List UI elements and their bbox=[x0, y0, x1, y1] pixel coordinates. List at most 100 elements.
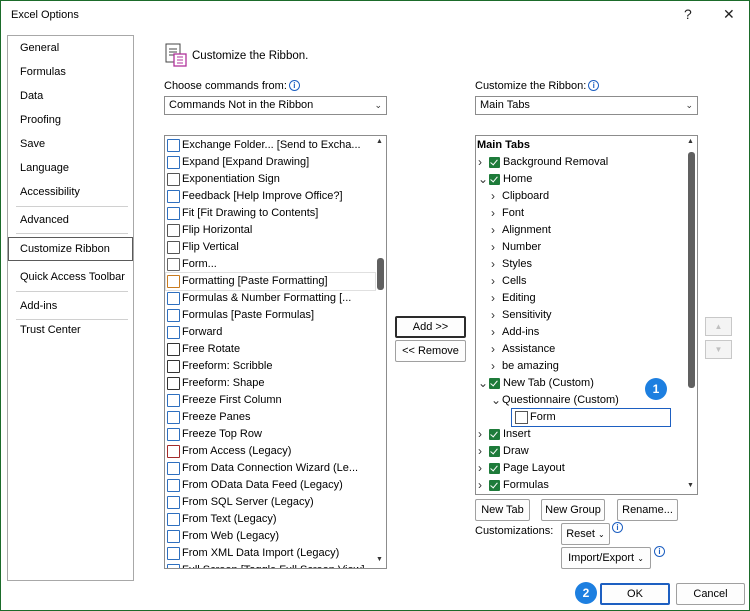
command-item[interactable]: From Data Connection Wizard (Le... bbox=[166, 460, 375, 477]
commands-list[interactable]: ▲ ▼ Exchange Folder... [Send to Excha...… bbox=[164, 135, 387, 569]
nav-item-trust-center[interactable]: Trust Center bbox=[20, 324, 81, 336]
nav-item-general[interactable]: General bbox=[20, 42, 59, 54]
expand-chevron-icon[interactable]: › bbox=[491, 358, 495, 375]
nav-item-formulas[interactable]: Formulas bbox=[20, 66, 66, 78]
ribbon-tree-item[interactable]: › Add-ins bbox=[476, 324, 685, 341]
command-item[interactable]: From SQL Server (Legacy) bbox=[166, 494, 375, 511]
ribbon-tree-item[interactable]: › Editing bbox=[476, 290, 685, 307]
command-item[interactable]: Freeze First Column bbox=[166, 392, 375, 409]
command-item[interactable]: Fit [Fit Drawing to Contents] bbox=[166, 205, 375, 222]
command-item[interactable]: From Access (Legacy) bbox=[166, 443, 375, 460]
tab-checkbox[interactable] bbox=[489, 378, 500, 389]
tab-checkbox[interactable] bbox=[489, 480, 500, 491]
move-up-button[interactable]: ▲ bbox=[705, 317, 732, 336]
tab-checkbox[interactable] bbox=[489, 446, 500, 457]
import-export-button[interactable]: Import/Export ⌄ bbox=[561, 547, 651, 569]
command-item[interactable]: Formatting [Paste Formatting] bbox=[165, 272, 376, 291]
add-button[interactable]: Add >> bbox=[395, 316, 466, 338]
help-button[interactable]: ? bbox=[684, 6, 692, 22]
expand-chevron-icon[interactable]: › bbox=[491, 239, 495, 256]
expand-chevron-icon[interactable]: › bbox=[491, 256, 495, 273]
info-icon[interactable]: i bbox=[612, 522, 623, 533]
command-item[interactable]: From Text (Legacy) bbox=[166, 511, 375, 528]
command-item[interactable]: From XML Data Import (Legacy) bbox=[166, 545, 375, 562]
expand-chevron-icon[interactable]: › bbox=[478, 154, 482, 171]
command-item[interactable]: From Web (Legacy) bbox=[166, 528, 375, 545]
expand-chevron-icon[interactable]: › bbox=[478, 443, 482, 460]
command-item[interactable]: Exponentiation Sign bbox=[166, 171, 375, 188]
scroll-up-arrow-icon[interactable]: ▲ bbox=[687, 138, 694, 145]
expand-chevron-icon[interactable]: › bbox=[491, 324, 495, 341]
expand-chevron-icon[interactable]: › bbox=[491, 273, 495, 290]
customize-ribbon-combo[interactable]: Main Tabs ⌄ bbox=[475, 96, 698, 115]
remove-button[interactable]: << Remove bbox=[395, 340, 466, 362]
tab-checkbox[interactable] bbox=[489, 463, 500, 474]
nav-item-accessibility[interactable]: Accessibility bbox=[20, 186, 80, 198]
command-item[interactable]: Freeform: Shape bbox=[166, 375, 375, 392]
nav-item-data[interactable]: Data bbox=[20, 90, 43, 102]
ribbon-tree-item[interactable]: Form bbox=[476, 408, 685, 427]
ok-button[interactable]: OK bbox=[600, 583, 670, 605]
expand-chevron-icon[interactable]: › bbox=[491, 205, 495, 222]
command-item[interactable]: Freeze Panes bbox=[166, 409, 375, 426]
command-item[interactable]: Exchange Folder... [Send to Excha... bbox=[166, 137, 375, 154]
info-icon[interactable]: i bbox=[654, 546, 665, 557]
ribbon-tree-item[interactable]: › be amazing bbox=[476, 358, 685, 375]
nav-item-customize-ribbon[interactable]: Customize Ribbon bbox=[20, 243, 110, 255]
scroll-thumb[interactable] bbox=[377, 258, 384, 290]
command-item[interactable]: Flip Vertical bbox=[166, 239, 375, 256]
ribbon-tree-item[interactable]: › Alignment bbox=[476, 222, 685, 239]
scroll-down-arrow-icon[interactable]: ▼ bbox=[687, 482, 694, 489]
ribbon-tree-item[interactable]: ⌄ Home bbox=[476, 171, 685, 188]
ribbon-tree-item[interactable]: › Clipboard bbox=[476, 188, 685, 205]
expand-chevron-icon[interactable]: › bbox=[478, 426, 482, 443]
nav-item-save[interactable]: Save bbox=[20, 138, 45, 150]
ribbon-tree-item[interactable]: › Draw bbox=[476, 443, 685, 460]
ribbon-tree[interactable]: Main Tabs ▲ ▼ › Background Removal ⌄ Home › C… bbox=[475, 135, 698, 495]
command-item[interactable]: Freeze Top Row bbox=[166, 426, 375, 443]
tab-checkbox[interactable] bbox=[489, 157, 500, 168]
ribbon-tree-item[interactable]: › Background Removal bbox=[476, 154, 685, 171]
expand-chevron-icon[interactable]: › bbox=[491, 222, 495, 239]
info-icon[interactable]: i bbox=[288, 80, 300, 91]
command-item[interactable]: Free Rotate bbox=[166, 341, 375, 358]
ribbon-tree-item[interactable]: › Cells bbox=[476, 273, 685, 290]
tab-checkbox[interactable] bbox=[489, 429, 500, 440]
expand-chevron-icon[interactable]: › bbox=[478, 477, 482, 494]
command-item[interactable]: Forward bbox=[166, 324, 375, 341]
ribbon-tree-item[interactable]: › Sensitivity bbox=[476, 307, 685, 324]
command-item[interactable]: Feedback [Help Improve Office?] bbox=[166, 188, 375, 205]
rename-button[interactable]: Rename... bbox=[617, 499, 678, 521]
collapse-chevron-icon[interactable]: ⌄ bbox=[478, 375, 488, 392]
ribbon-tree-item[interactable]: › Assistance bbox=[476, 341, 685, 358]
ribbon-tree-item[interactable]: › Insert bbox=[476, 426, 685, 443]
ribbon-tree-item[interactable]: › Number bbox=[476, 239, 685, 256]
command-item[interactable]: Formulas [Paste Formulas] bbox=[166, 307, 375, 324]
command-item[interactable]: Freeform: Scribble bbox=[166, 358, 375, 375]
command-item[interactable]: Full Screen [Toggle Full Screen View] bbox=[166, 562, 375, 568]
command-item[interactable]: Formulas & Number Formatting [... bbox=[166, 290, 375, 307]
ribbon-tree-scrollbar[interactable]: ▲ ▼ bbox=[685, 136, 697, 494]
expand-chevron-icon[interactable]: › bbox=[491, 341, 495, 358]
scroll-down-arrow-icon[interactable]: ▼ bbox=[376, 556, 383, 563]
commands-scrollbar[interactable]: ▲ ▼ bbox=[374, 136, 386, 568]
ribbon-tree-item[interactable]: › Styles bbox=[476, 256, 685, 273]
collapse-chevron-icon[interactable]: ⌄ bbox=[491, 392, 501, 409]
collapse-chevron-icon[interactable]: ⌄ bbox=[478, 171, 488, 188]
ribbon-tree-item[interactable]: › Formulas bbox=[476, 477, 685, 494]
ribbon-tree-item[interactable]: › Page Layout bbox=[476, 460, 685, 477]
command-item[interactable]: Expand [Expand Drawing] bbox=[166, 154, 375, 171]
command-item[interactable]: From OData Data Feed (Legacy) bbox=[166, 477, 375, 494]
close-button[interactable]: ✕ bbox=[723, 6, 735, 23]
expand-chevron-icon[interactable]: › bbox=[491, 290, 495, 307]
cancel-button[interactable]: Cancel bbox=[676, 583, 745, 605]
info-icon[interactable]: i bbox=[588, 80, 600, 91]
command-item[interactable]: Flip Horizontal bbox=[166, 222, 375, 239]
expand-chevron-icon[interactable]: › bbox=[491, 188, 495, 205]
nav-item-quick-access-toolbar[interactable]: Quick Access Toolbar bbox=[20, 271, 125, 283]
nav-item-proofing[interactable]: Proofing bbox=[20, 114, 61, 126]
nav-item-add-ins[interactable]: Add-ins bbox=[20, 300, 57, 312]
choose-commands-combo[interactable]: Commands Not in the Ribbon ⌄ bbox=[164, 96, 387, 115]
move-down-button[interactable]: ▼ bbox=[705, 340, 732, 359]
scroll-up-arrow-icon[interactable]: ▲ bbox=[376, 138, 383, 145]
